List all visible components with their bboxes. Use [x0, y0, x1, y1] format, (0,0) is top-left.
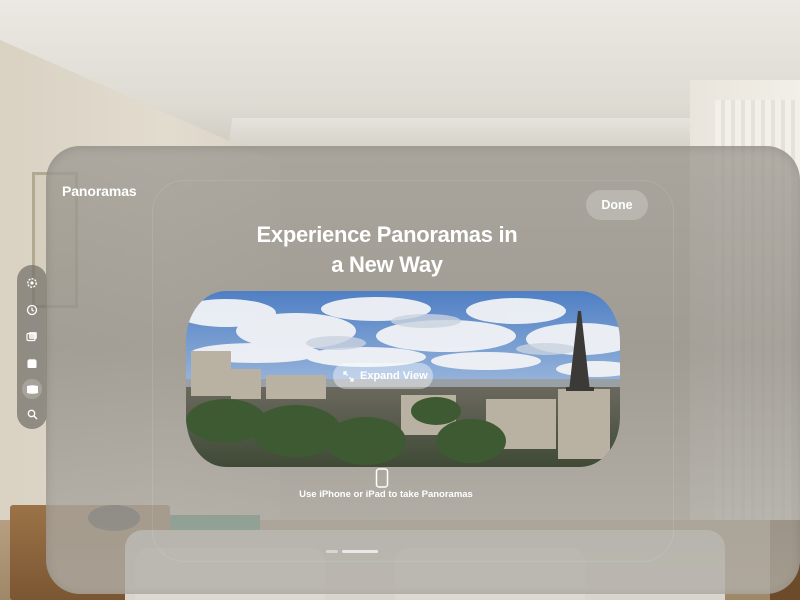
capture-caption: Use iPhone or iPad to take Panoramas	[299, 489, 473, 500]
headline-line-2: a New Way	[331, 252, 443, 277]
tab-photos[interactable]	[22, 327, 42, 347]
page-indicator	[326, 550, 416, 556]
recent-icon	[26, 304, 38, 316]
tab-recent[interactable]	[22, 300, 42, 320]
panorama-preview[interactable]: Expand View	[186, 291, 620, 467]
gear-icon	[27, 278, 37, 288]
page-dot	[326, 550, 338, 553]
albums-icon	[27, 359, 37, 368]
search-icon	[27, 409, 37, 419]
app-title: Panoramas	[62, 183, 137, 199]
done-button[interactable]: Done	[586, 190, 648, 220]
page-dot-active	[342, 550, 378, 553]
panoramas-icon	[26, 384, 38, 394]
headline-line-1: Experience Panoramas in	[256, 222, 518, 247]
iphone-icon	[375, 468, 389, 488]
expand-view-button[interactable]: Expand View	[333, 363, 433, 389]
tab-bar	[17, 265, 47, 429]
tab-albums[interactable]	[22, 354, 42, 374]
tab-search[interactable]	[22, 404, 42, 424]
onboarding-headline: Experience Panoramas in a New Way	[222, 220, 552, 280]
tab-panoramas[interactable]	[22, 379, 42, 399]
expand-icon	[343, 370, 354, 382]
panoramas-window: Panoramas Done Experience Panoramas in a…	[46, 146, 800, 594]
expand-view-label: Expand View	[360, 370, 428, 382]
tab-settings[interactable]	[22, 273, 42, 293]
photos-icon	[26, 332, 37, 342]
